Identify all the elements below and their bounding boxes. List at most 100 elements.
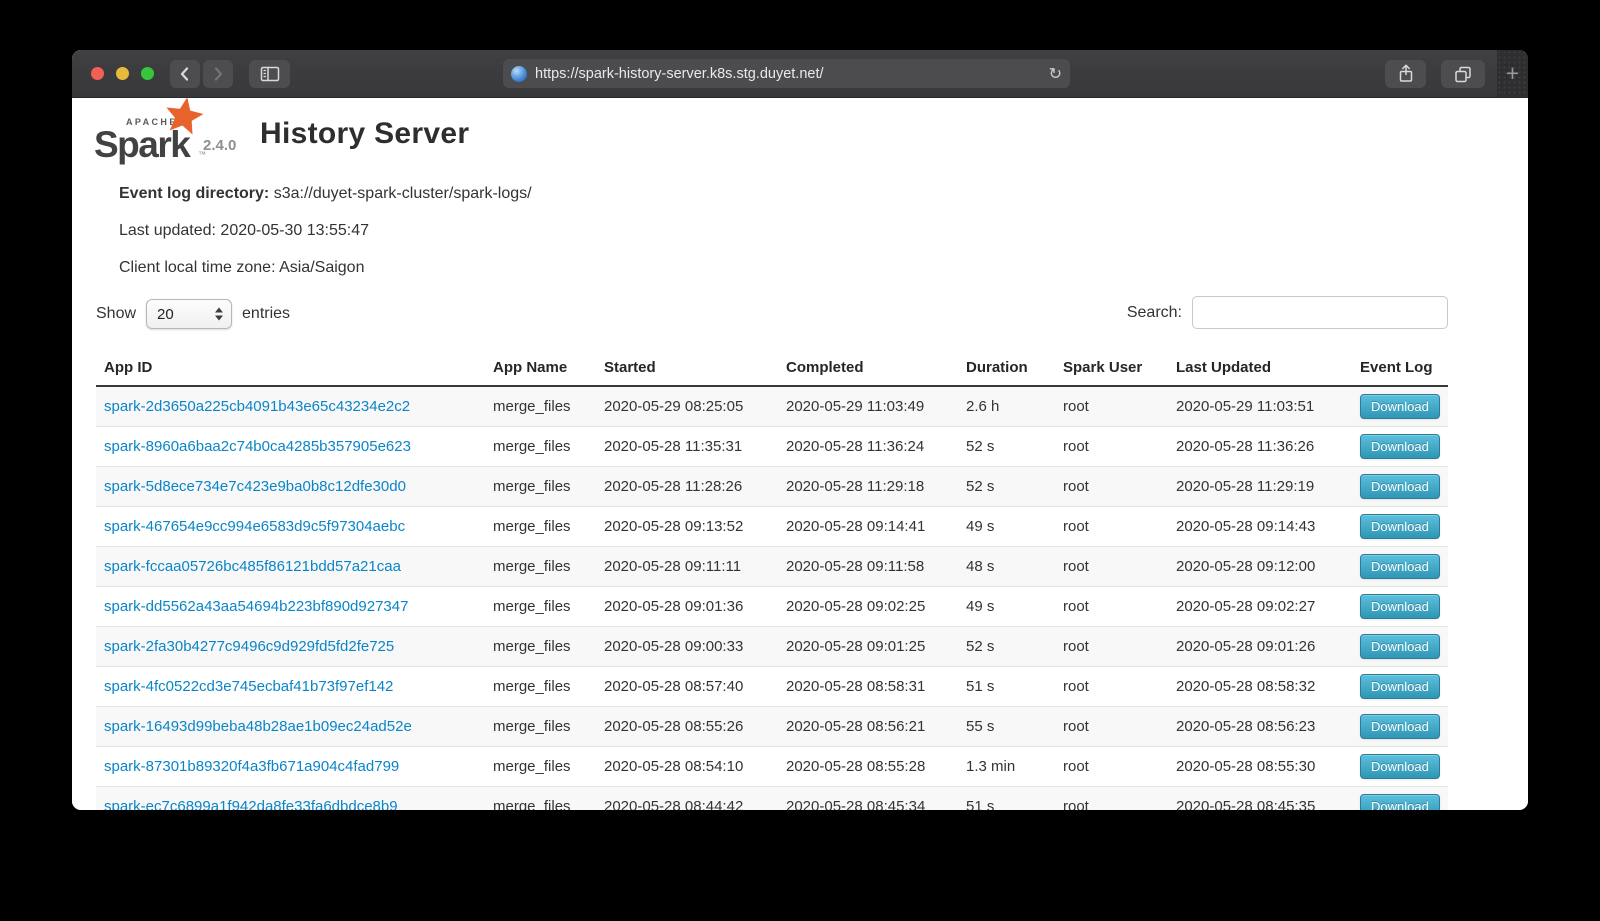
app-name-cell: merge_files [485, 587, 596, 627]
table-row: spark-2fa30b4277c9496c9d929fd5fd2fe725 m… [96, 627, 1448, 667]
app-name-cell: merge_files [485, 507, 596, 547]
event-log-directory: Event log directory: s3a://duyet-spark-c… [119, 185, 532, 203]
search-control: Search: [1127, 296, 1448, 329]
table-row: spark-fccaa05726bc485f86121bdd57a21caa m… [96, 547, 1448, 587]
started-cell: 2020-05-29 08:25:05 [596, 386, 778, 427]
app-id-link[interactable]: spark-87301b89320f4a3fb671a904c4fad799 [104, 758, 399, 775]
table-row: spark-2d3650a225cb4091b43e65c43234e2c2 m… [96, 386, 1448, 427]
last-updated-cell: 2020-05-28 09:02:27 [1168, 587, 1352, 627]
download-button[interactable]: Download [1360, 394, 1440, 419]
share-button[interactable] [1385, 60, 1426, 88]
app-id-link[interactable]: spark-4fc0522cd3e745ecbaf41b73f97ef142 [104, 678, 393, 695]
select-stepper-icon [215, 308, 223, 321]
download-button[interactable]: Download [1360, 714, 1440, 739]
app-table-body: spark-2d3650a225cb4091b43e65c43234e2c2 m… [96, 386, 1448, 810]
column-header-completed[interactable]: Completed [778, 350, 958, 386]
app-id-link[interactable]: spark-2d3650a225cb4091b43e65c43234e2c2 [104, 398, 410, 415]
spark-version: 2.4.0 [203, 137, 236, 154]
address-bar[interactable]: https://spark-history-server.k8s.stg.duy… [503, 59, 1070, 88]
sidebar-toggle-button[interactable] [249, 60, 290, 88]
last-updated-cell: 2020-05-28 08:58:32 [1168, 667, 1352, 707]
column-header-duration[interactable]: Duration [958, 350, 1055, 386]
download-button[interactable]: Download [1360, 794, 1440, 810]
completed-cell: 2020-05-28 08:58:31 [778, 667, 958, 707]
last-updated-cell: 2020-05-28 11:36:26 [1168, 427, 1352, 467]
app-name-cell: merge_files [485, 467, 596, 507]
duration-cell: 52 s [958, 467, 1055, 507]
download-button[interactable]: Download [1360, 754, 1440, 779]
chevron-left-icon [176, 65, 194, 83]
completed-cell: 2020-05-28 08:56:21 [778, 707, 958, 747]
download-button[interactable]: Download [1360, 514, 1440, 539]
app-id-link[interactable]: spark-ec7c6899a1f942da8fe33fa6dbdce8b9 [104, 798, 398, 810]
app-name-cell: merge_files [485, 547, 596, 587]
app-id-link[interactable]: spark-467654e9cc994e6583d9c5f97304aebc [104, 518, 405, 535]
download-button[interactable]: Download [1360, 554, 1440, 579]
table-row: spark-16493d99beba48b28ae1b09ec24ad52e m… [96, 707, 1448, 747]
started-cell: 2020-05-28 08:44:42 [596, 787, 778, 811]
started-cell: 2020-05-28 09:13:52 [596, 507, 778, 547]
column-header-app-name[interactable]: App Name [485, 350, 596, 386]
app-id-link[interactable]: spark-8960a6baa2c74b0ca4285b357905e623 [104, 438, 411, 455]
app-name-cell: merge_files [485, 707, 596, 747]
started-cell: 2020-05-28 09:11:11 [596, 547, 778, 587]
last-updated-cell: 2020-05-28 08:55:30 [1168, 747, 1352, 787]
tabs-icon [1452, 64, 1474, 84]
column-header-app-id[interactable]: App ID [96, 350, 485, 386]
app-name-cell: merge_files [485, 627, 596, 667]
download-button[interactable]: Download [1360, 474, 1440, 499]
forward-button[interactable] [203, 60, 233, 88]
minimize-window-button[interactable] [116, 67, 129, 80]
duration-cell: 55 s [958, 707, 1055, 747]
duration-cell: 48 s [958, 547, 1055, 587]
last-updated-line: Last updated: 2020-05-30 13:55:47 [119, 222, 369, 240]
reload-icon[interactable]: ↻ [1049, 64, 1062, 83]
table-row: spark-4fc0522cd3e745ecbaf41b73f97ef142 m… [96, 667, 1448, 707]
last-updated-cell: 2020-05-28 08:56:23 [1168, 707, 1352, 747]
column-header-last-updated[interactable]: Last Updated [1168, 350, 1352, 386]
duration-cell: 1.3 min [958, 747, 1055, 787]
plus-icon: + [1506, 62, 1519, 85]
started-cell: 2020-05-28 08:57:40 [596, 667, 778, 707]
back-button[interactable] [170, 60, 200, 88]
column-header-started[interactable]: Started [596, 350, 778, 386]
download-button[interactable]: Download [1360, 674, 1440, 699]
spark-user-cell: root [1055, 787, 1168, 811]
download-button[interactable]: Download [1360, 594, 1440, 619]
spark-user-cell: root [1055, 707, 1168, 747]
app-id-link[interactable]: spark-dd5562a43aa54694b223bf890d927347 [104, 598, 408, 615]
column-header-spark-user[interactable]: Spark User [1055, 350, 1168, 386]
last-updated-cell: 2020-05-28 09:01:26 [1168, 627, 1352, 667]
app-id-link[interactable]: spark-fccaa05726bc485f86121bdd57a21caa [104, 558, 401, 575]
site-globe-icon [511, 66, 527, 82]
tab-overview-button[interactable] [1441, 60, 1485, 88]
spark-user-cell: root [1055, 427, 1168, 467]
page-content: APACHE Spark ™ 2.4.0 History Server Even… [72, 98, 1528, 810]
url-text: https://spark-history-server.k8s.stg.duy… [535, 66, 824, 82]
download-button[interactable]: Download [1360, 634, 1440, 659]
app-name-cell: merge_files [485, 427, 596, 467]
entries-selected-value: 20 [157, 306, 174, 323]
spark-user-cell: root [1055, 386, 1168, 427]
app-name-cell: merge_files [485, 787, 596, 811]
maximize-window-button[interactable] [141, 67, 154, 80]
sidebar-icon [258, 64, 282, 84]
show-entries-control: Show 20 entries [96, 298, 290, 330]
table-row: spark-dd5562a43aa54694b223bf890d927347 m… [96, 587, 1448, 627]
app-id-link[interactable]: spark-2fa30b4277c9496c9d929fd5fd2fe725 [104, 638, 394, 655]
spark-user-cell: root [1055, 627, 1168, 667]
applications-table: App ID App Name Started Completed Durati… [96, 350, 1448, 810]
timezone-line: Client local time zone: Asia/Saigon [119, 259, 364, 277]
last-updated-cell: 2020-05-29 11:03:51 [1168, 386, 1352, 427]
app-id-link[interactable]: spark-5d8ece734e7c423e9ba0b8c12dfe30d0 [104, 478, 406, 495]
duration-cell: 52 s [958, 627, 1055, 667]
completed-cell: 2020-05-28 08:45:34 [778, 787, 958, 811]
entries-select[interactable]: 20 [146, 299, 232, 329]
download-button[interactable]: Download [1360, 434, 1440, 459]
spark-star-icon [162, 94, 206, 138]
app-id-link[interactable]: spark-16493d99beba48b28ae1b09ec24ad52e [104, 718, 412, 735]
column-header-event-log[interactable]: Event Log [1352, 350, 1448, 386]
search-input[interactable] [1192, 296, 1448, 329]
close-window-button[interactable] [91, 67, 104, 80]
new-tab-button[interactable]: + [1497, 50, 1528, 97]
